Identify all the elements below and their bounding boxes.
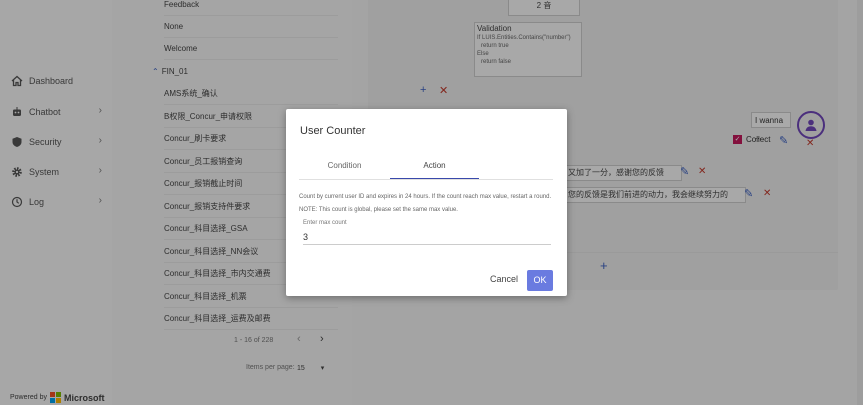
dialog-title: User Counter	[300, 125, 366, 137]
tab-condition[interactable]: Condition	[300, 154, 389, 178]
user-counter-dialog: User Counter Condition Action Count by c…	[286, 109, 567, 296]
max-count-input[interactable]	[303, 230, 551, 245]
tab-divider	[299, 179, 553, 180]
dialog-description: Count by current user ID and expires in …	[299, 194, 552, 213]
max-count-label: Enter max count	[303, 220, 347, 226]
tab-action[interactable]: Action	[390, 154, 479, 180]
cancel-button[interactable]: Cancel	[490, 274, 518, 284]
app-root: Dashboard Chatbot › Security › System ›	[0, 0, 863, 405]
ok-button[interactable]: OK	[527, 270, 553, 291]
